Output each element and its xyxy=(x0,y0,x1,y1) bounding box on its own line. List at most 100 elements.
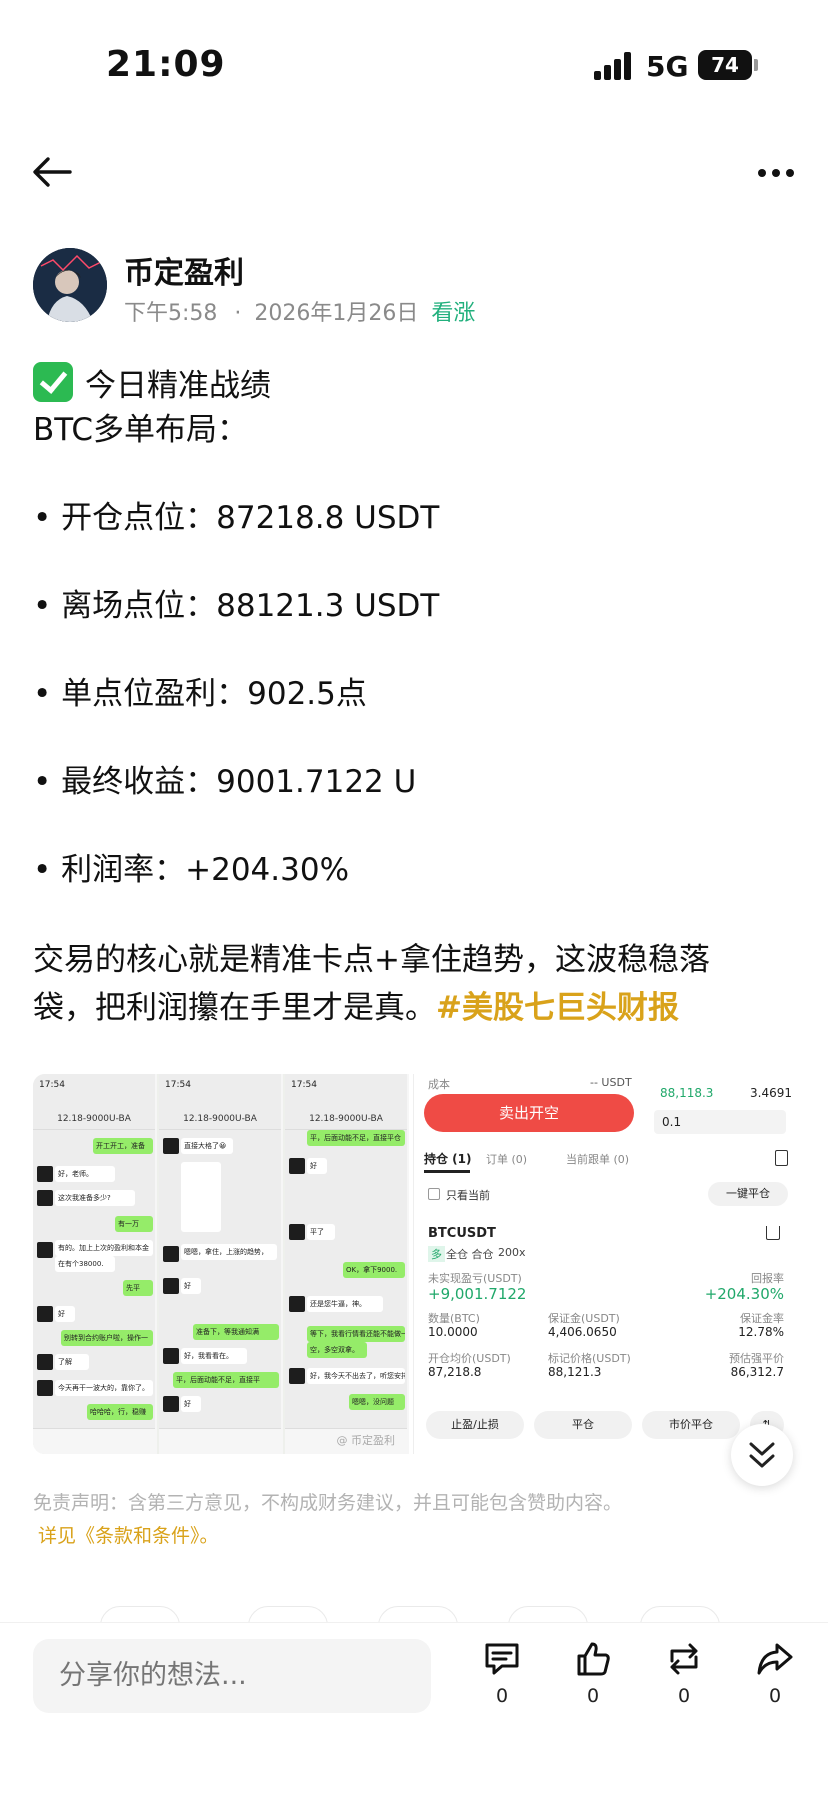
upnl-label: 未实现盈亏(USDT) xyxy=(428,1272,522,1285)
disclaimer-text: 免责声明：含第三方意见，不构成财务建议，并且可能包含赞助内容。 xyxy=(33,1492,623,1514)
chat-bubble: 嗯嗯，拿住，上涨的趋势， xyxy=(181,1244,277,1260)
tab-positions[interactable]: 持仓 (1) xyxy=(424,1150,472,1167)
chat-bubble: 好 xyxy=(181,1278,201,1294)
bottom-action-bar: 0 0 0 0 xyxy=(0,1622,828,1801)
chat-avatar xyxy=(163,1348,179,1364)
chat-status-time: 17:54 xyxy=(165,1080,191,1090)
chat-screenshot-image[interactable]: 17:54 12.18-9000U-BA 开工开工，准备 好，老师。 这次我准备… xyxy=(33,1074,409,1454)
hashtag-link[interactable]: #美股七巨头财报 xyxy=(436,990,679,1026)
only-current-checkbox[interactable] xyxy=(428,1188,440,1200)
signal-icon xyxy=(594,52,634,80)
close-all-button[interactable]: 一键平仓 xyxy=(708,1182,788,1206)
like-button[interactable]: 0 xyxy=(563,1639,623,1719)
chat-bubble: 哈哈哈，行，稳赚 xyxy=(87,1404,153,1420)
sentiment-tag[interactable]: 看涨 xyxy=(431,301,475,326)
chat-bubble: 等下，我看行情看还能不能做一 xyxy=(307,1326,405,1342)
chat-avatar xyxy=(163,1246,179,1262)
liq-label: 预估强平价 xyxy=(729,1352,784,1365)
roe-label: 回报率 xyxy=(751,1272,784,1285)
comment-button[interactable]: 0 xyxy=(472,1639,532,1719)
more-button[interactable] xyxy=(752,150,800,194)
cost-label: 成本 xyxy=(428,1078,450,1091)
orderbook-price: 88,118.3 xyxy=(660,1086,714,1100)
back-arrow-icon xyxy=(33,157,72,187)
back-button[interactable] xyxy=(28,148,76,196)
chat-bubble: 直接大格了😀 xyxy=(181,1138,233,1154)
margin-label: 保证金(USDT) xyxy=(548,1312,620,1325)
chat-avatar xyxy=(37,1190,53,1206)
margin-mode: 全仓 合仓 xyxy=(446,1248,494,1261)
check-icon xyxy=(33,362,73,402)
post-headline: 今日精准战绩 xyxy=(85,368,271,404)
mmr-label: 保证金率 xyxy=(740,1312,784,1325)
upnl-value: +9,001.7122 xyxy=(428,1285,527,1303)
chat-column-2: 17:54 12.18-9000U-BA 直接大格了😀 嗯嗯，拿住，上涨的趋势，… xyxy=(159,1074,283,1454)
close-position-button[interactable]: 平仓 xyxy=(534,1411,632,1439)
chat-bubble: 嗯嗯，没问题 xyxy=(349,1394,405,1410)
chat-bubble: 先平 xyxy=(123,1280,153,1296)
paragraph-line-2: 袋，把利润攥在手里才是真。 xyxy=(33,990,436,1026)
author-avatar[interactable] xyxy=(33,248,107,322)
chat-bubble: 还是您牛逼，神。 xyxy=(307,1296,383,1312)
sell-short-button[interactable]: 卖出开空 xyxy=(424,1094,634,1132)
post-time: 下午5:58 xyxy=(124,301,218,326)
trade-screenshot-image[interactable]: 成本 -- USDT 88,118.3 3.4691 卖出开空 0.1 持仓 (… xyxy=(413,1074,796,1454)
terms-link[interactable]: 详见《条款和条件》。 xyxy=(38,1521,219,1548)
chat-bubble: 好，老师。 xyxy=(55,1166,115,1182)
mark-value: 88,121.3 xyxy=(548,1365,602,1379)
mark-label: 标记价格(USDT) xyxy=(548,1352,631,1365)
more-dots-icon xyxy=(758,169,794,177)
entry-value: 87,218.8 xyxy=(428,1365,482,1379)
battery-cap xyxy=(754,59,758,71)
chevron-double-down-icon xyxy=(749,1442,775,1468)
quantity-input[interactable]: 0.1 xyxy=(654,1110,786,1134)
tab-copy-trades[interactable]: 当前跟单 (0) xyxy=(566,1151,629,1167)
repost-count: 0 xyxy=(677,1685,691,1707)
headline-row: 今日精准战绩 xyxy=(33,362,798,408)
chat-bubble: 好 xyxy=(55,1306,75,1322)
meta-separator: · xyxy=(234,301,242,326)
tpsl-button[interactable]: 止盈/止损 xyxy=(426,1411,524,1439)
share-position-icon[interactable] xyxy=(766,1226,780,1240)
repost-button[interactable]: 0 xyxy=(654,1639,714,1719)
chart-thumbnail xyxy=(181,1162,221,1232)
share-count: 0 xyxy=(768,1685,782,1707)
leverage[interactable]: 200x xyxy=(498,1246,526,1259)
comment-input[interactable] xyxy=(33,1639,431,1713)
symbol[interactable]: BTCUSDT xyxy=(428,1226,496,1241)
chat-input-bar xyxy=(159,1428,281,1454)
scroll-down-button[interactable] xyxy=(731,1424,793,1486)
status-bar: 21:09 5G 74 xyxy=(0,0,828,120)
entry-label: 开仓均价(USDT) xyxy=(428,1352,511,1365)
comment-icon xyxy=(485,1643,519,1675)
chat-avatar xyxy=(289,1224,305,1240)
orderbook-qty: 3.4691 xyxy=(750,1086,792,1100)
notes-icon[interactable] xyxy=(775,1150,788,1166)
margin-value: 4,406.0650 xyxy=(548,1325,617,1339)
like-icon xyxy=(577,1642,610,1676)
chat-bubble: 别转到合约账户啦，操作一 xyxy=(61,1330,153,1346)
post-date: 2026年1月26日 xyxy=(254,301,419,326)
chat-bubble: 平，后面动能不足，直接平 xyxy=(173,1372,279,1388)
size-label: 数量(BTC) xyxy=(428,1312,480,1325)
chat-bubble: 好，我看看在。 xyxy=(181,1348,247,1364)
roe-value: +204.30% xyxy=(704,1285,784,1303)
only-current-label: 只看当前 xyxy=(446,1189,490,1202)
chat-avatar xyxy=(37,1306,53,1322)
bullet-points-profit: • 单点位盈利：902.5点 xyxy=(33,676,367,712)
status-time: 21:09 xyxy=(106,44,226,85)
chat-bubble: 平，后面动能不足，直接平仓 xyxy=(307,1130,405,1146)
chat-column-3: 17:54 12.18-9000U-BA 平，后面动能不足，直接平仓 好 平了 … xyxy=(285,1074,409,1454)
tab-orders[interactable]: 订单 (0) xyxy=(486,1151,527,1167)
chat-avatar xyxy=(289,1368,305,1384)
market-close-button[interactable]: 市价平仓 xyxy=(642,1411,740,1439)
size-value: 10.0000 xyxy=(428,1325,478,1339)
bullet-exit: • 离场点位：88121.3 USDT xyxy=(33,588,440,624)
share-button[interactable]: 0 xyxy=(745,1639,805,1719)
paragraph-line-1: 交易的核心就是精准卡点+拿住趋势，这波稳稳落 xyxy=(33,942,710,978)
author-name[interactable]: 币定盈利 xyxy=(124,248,244,292)
post-subhead: BTC多单布局： xyxy=(33,412,249,448)
chat-bubble: 好 xyxy=(307,1158,327,1174)
like-count: 0 xyxy=(586,1685,600,1707)
chat-bubble: 有一万 xyxy=(115,1216,153,1232)
